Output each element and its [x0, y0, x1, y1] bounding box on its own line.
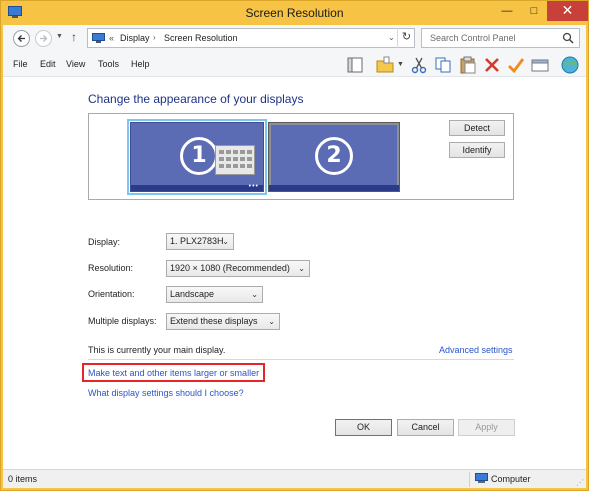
multiple-displays-select-value: Extend these displays: [170, 316, 258, 326]
menu-file[interactable]: File: [13, 59, 28, 69]
address-dropdown-chevron-icon[interactable]: ⌄: [388, 33, 395, 42]
properties-icon[interactable]: [345, 55, 365, 75]
forward-arrow-icon: [40, 35, 48, 42]
maximize-button[interactable]: □: [521, 1, 547, 21]
refresh-icon: ↻: [401, 31, 412, 43]
window-icon[interactable]: [530, 55, 550, 75]
search-icon[interactable]: [562, 32, 574, 44]
multiple-displays-label: Multiple displays:: [88, 316, 157, 326]
monitor-1[interactable]: 1 •••: [127, 119, 267, 195]
close-button[interactable]: ✕: [547, 1, 588, 21]
up-arrow-icon[interactable]: ↑: [71, 30, 77, 44]
status-bar: 0 items Computer ⋰: [3, 469, 586, 488]
back-button[interactable]: [13, 30, 30, 47]
identify-button[interactable]: Identify: [449, 142, 505, 158]
display-select-value: 1. PLX2783H: [170, 236, 224, 246]
menu-view[interactable]: View: [66, 59, 85, 69]
advanced-settings-link[interactable]: Advanced settings: [439, 345, 513, 355]
menu-edit[interactable]: Edit: [40, 59, 56, 69]
more-dots-icon: •••: [248, 183, 259, 190]
breadcrumb-overflow[interactable]: «: [109, 33, 114, 43]
status-divider: [469, 472, 470, 487]
multiple-displays-select[interactable]: Extend these displays ⌄: [166, 313, 280, 330]
search-placeholder: Search Control Panel: [430, 33, 516, 43]
resolution-select[interactable]: 1920 × 1080 (Recommended) ⌄: [166, 260, 310, 277]
orientation-select[interactable]: Landscape ⌄: [166, 286, 263, 303]
display-select[interactable]: 1. PLX2783H ⌄: [166, 233, 234, 250]
make-text-larger-link[interactable]: Make text and other items larger or smal…: [88, 368, 259, 378]
globe-icon[interactable]: [560, 55, 580, 75]
recent-locations-chevron-icon[interactable]: ▼: [56, 33, 63, 40]
detect-button[interactable]: Detect: [449, 120, 505, 136]
orientation-label: Orientation:: [88, 289, 135, 299]
address-bar[interactable]: « Display › Screen Resolution ⌄: [87, 28, 415, 48]
main-content: Change the appearance of your displays 1…: [3, 78, 586, 476]
refresh-button[interactable]: ↻: [397, 28, 415, 48]
check-icon[interactable]: [506, 55, 526, 75]
display-label: Display:: [88, 237, 121, 247]
screen-resolution-window: Screen Resolution — □ ✕ ▼ ↑ « Display ›: [0, 0, 589, 491]
display-settings-help-link[interactable]: What display settings should I choose?: [88, 388, 244, 398]
folder-options-dropdown-icon[interactable]: ▼: [397, 61, 404, 68]
chevron-down-icon: ⌄: [298, 264, 305, 273]
resize-grip-icon[interactable]: ⋰: [576, 478, 584, 487]
forward-button[interactable]: [35, 30, 52, 47]
resolution-label: Resolution:: [88, 263, 134, 273]
monitor-number-2: 2: [315, 137, 353, 175]
navigation-bar: ▼ ↑ « Display › Screen Resolution ⌄ ↻ Se…: [3, 25, 586, 53]
resolution-select-value: 1920 × 1080 (Recommended): [170, 263, 290, 273]
display-preview: 1 ••• 2 Detect Identify: [88, 113, 514, 200]
chevron-down-icon: ⌄: [222, 237, 229, 246]
apply-button[interactable]: Apply: [458, 419, 515, 436]
folder-options-icon[interactable]: [375, 55, 395, 75]
main-display-note: This is currently your main display.: [88, 345, 226, 355]
delete-icon[interactable]: [482, 55, 502, 75]
status-location: Computer: [491, 474, 531, 484]
menu-toolbar-row: File Edit View Tools Help ▼: [3, 53, 586, 77]
paste-icon[interactable]: [458, 55, 478, 75]
monitor-2[interactable]: 2: [268, 122, 400, 192]
copy-icon[interactable]: [433, 55, 453, 75]
monitor-1-taskbar: [131, 185, 263, 191]
page-heading: Change the appearance of your displays: [88, 92, 304, 106]
search-box[interactable]: Search Control Panel: [421, 28, 580, 48]
monitor-2-taskbar: [269, 185, 399, 191]
monitor-number-1: 1: [180, 137, 218, 175]
breadcrumb-display[interactable]: Display: [120, 33, 150, 43]
minimize-button[interactable]: —: [493, 1, 521, 21]
cancel-button[interactable]: Cancel: [397, 419, 454, 436]
title-bar[interactable]: Screen Resolution — □ ✕: [1, 1, 588, 25]
item-count: 0 items: [8, 474, 38, 484]
computer-icon: [475, 473, 488, 483]
chevron-down-icon: ⌄: [251, 290, 258, 299]
divider: [88, 359, 514, 360]
orientation-select-value: Landscape: [170, 289, 215, 299]
breadcrumb-separator[interactable]: ›: [153, 33, 156, 42]
menu-tools[interactable]: Tools: [98, 59, 119, 69]
back-arrow-icon: [17, 35, 25, 42]
control-panel-icon: [92, 33, 105, 43]
chevron-down-icon: ⌄: [268, 317, 275, 326]
keyboard-grid-icon: [215, 145, 255, 175]
breadcrumb-screen-resolution[interactable]: Screen Resolution: [164, 33, 238, 43]
cut-icon[interactable]: [409, 55, 429, 75]
menu-help[interactable]: Help: [131, 59, 150, 69]
client-area: ▼ ↑ « Display › Screen Resolution ⌄ ↻ Se…: [3, 25, 586, 488]
ok-button[interactable]: OK: [335, 419, 392, 436]
